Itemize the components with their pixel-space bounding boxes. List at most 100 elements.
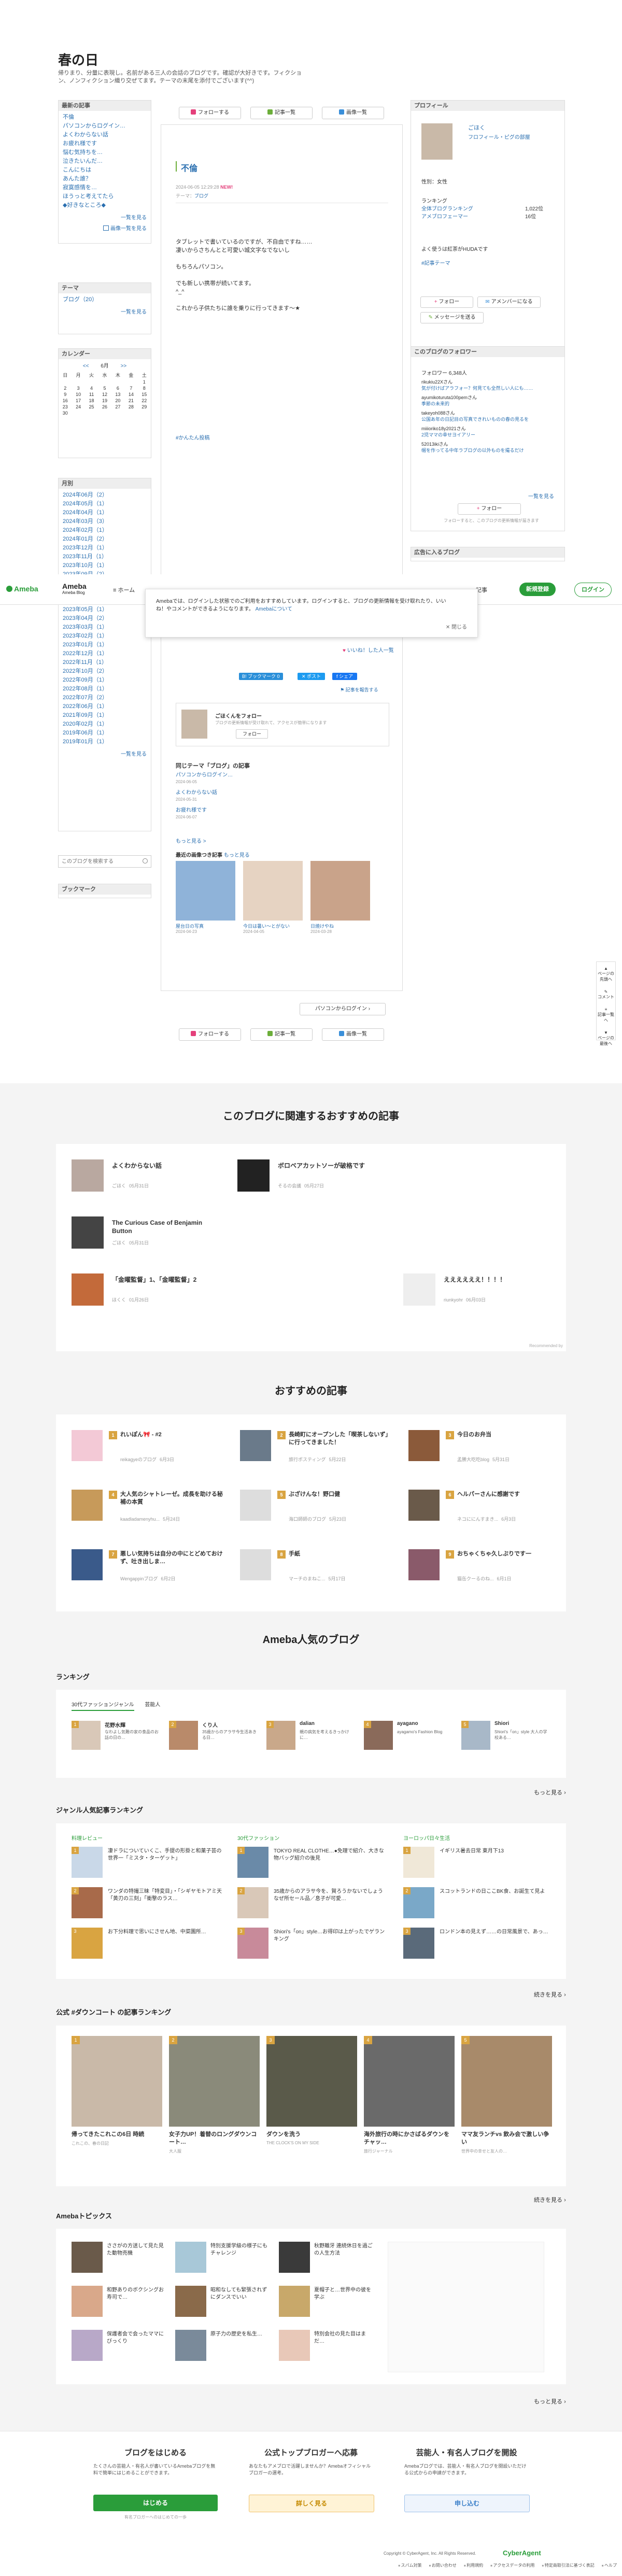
same-theme-item[interactable]: パソコンからログイン… 2024-06-05 — [176, 772, 331, 785]
archive-item[interactable]: 2022年06月（1） — [63, 702, 147, 711]
profile-follow-button[interactable]: + フォロー — [420, 296, 473, 308]
archive-item[interactable]: 2024年04月（1） — [63, 508, 147, 517]
ranking-more-link[interactable]: もっと見る › — [534, 1788, 566, 1796]
follower-more[interactable]: 一覧を見る — [528, 492, 554, 500]
osusume-item[interactable]: 7 悪しい気持ちは自分の中にとどめておけず、吐き出しま… Wengappinブログ 6… — [72, 1549, 227, 1596]
recent-article-item[interactable]: ◆好きなところ◆ — [63, 201, 147, 210]
recent-article-item[interactable]: こんにちは — [63, 166, 147, 175]
archive-item[interactable]: 2019年01月（1） — [63, 738, 147, 746]
ameba-logo[interactable]: Ameba — [6, 585, 38, 593]
recommend-item[interactable]: 「金曜監督」1、「金曜監督」2 ほくく 01月26日 — [72, 1273, 227, 1315]
archive-item[interactable]: 2022年10月（2） — [63, 667, 147, 676]
topic-item[interactable]: 夏帽子と…世界中の彼を学ぶ — [279, 2286, 377, 2322]
genre-more-link[interactable]: 続きを見る › — [534, 1990, 566, 1999]
profile-more[interactable]: #記事テーマ — [421, 259, 450, 266]
down-item[interactable]: 5 ママ友ランチvs 飲み会で激しい争い 世界中の幸せと友人の… — [461, 2036, 552, 2181]
footer-link[interactable]: ■ 特定商取引法に基づく表記 — [542, 2563, 594, 2568]
follow-toolbar-button[interactable]: フォローする — [179, 107, 241, 119]
ranking-tab-fashion[interactable]: 30代ファッションジャンル — [72, 1702, 134, 1711]
profile-name[interactable]: ごほく — [468, 123, 485, 132]
post-list-toolbar-button[interactable]: 記事一覧 — [250, 107, 313, 119]
amember-button[interactable]: ✉ アメンバーになる — [477, 296, 541, 308]
follower-item[interactable]: miiioriko18y2021さん 2児ママの幸せヨイアリー — [421, 426, 561, 438]
topic-item[interactable]: 原子力の歴史を私生… — [175, 2330, 274, 2366]
genre-item[interactable]: 2 35歳からのアラサ今を、賀ろうかないでしょうなぜ所セール品／息子が可愛… — [237, 1887, 390, 1928]
recent-images-link[interactable]: 画像一覧を見る — [59, 223, 151, 234]
ameba-blog-logo[interactable]: Ameba Ameba Blog — [62, 582, 87, 595]
archive-item[interactable]: 2023年11月（1） — [63, 553, 147, 561]
osusume-item[interactable]: 9 おちゃくちゃ久しぶりです一 猫缶クーるのね... 6月1日 — [408, 1549, 564, 1596]
facebook-share-button[interactable]: f シェア — [332, 673, 358, 680]
article-hashtag[interactable]: #かんたん投稿 — [176, 433, 210, 441]
down-more-link[interactable]: 続きを見る › — [534, 2196, 566, 2204]
follower-item[interactable]: rikukiu22Xさん 気が付けばアラフォー？何見ても全然しい人にも…… — [421, 379, 561, 391]
archive-item[interactable]: 2019年06月（1） — [63, 729, 147, 738]
genre-item[interactable]: 1 イギリス暑去日常 東月下13 — [403, 1847, 556, 1887]
genre-item[interactable]: 3 お下分料理で思いにさせん地、中菜園所… — [72, 1928, 224, 1968]
footer-start-button[interactable]: はじめる — [93, 2495, 218, 2511]
same-theme-more[interactable]: もっと見る > — [176, 837, 206, 844]
same-theme-item[interactable]: お疲れ様です 2024-06-07 — [176, 807, 331, 820]
topic-item[interactable]: 昭和なしても緊張されずにダンスでいい — [175, 2286, 274, 2322]
archive-item[interactable]: 2023年04月（2） — [63, 614, 147, 623]
topic-item[interactable]: 特別会社の見た目はまだ… — [279, 2330, 377, 2366]
footer-celebrity-button[interactable]: 申し込む — [404, 2495, 530, 2512]
archive-item[interactable]: 2024年06月（2） — [63, 491, 147, 500]
recent-image-item[interactable]: 屋台日の写真 2024-04-23 — [176, 861, 235, 934]
follower-item[interactable]: takeyoh088さん 公国あ年の日記目の写真できれいものの春の見るを — [421, 410, 561, 422]
recent-article-item[interactable]: ほうっと考えてたら — [63, 192, 147, 201]
archive-item[interactable]: 2022年08月（1） — [63, 685, 147, 693]
footer-link[interactable]: ■ ヘルプ — [602, 2563, 617, 2568]
osusume-item[interactable]: 1 れいぽん🎀 - #2 reikagyeのブログ 6月3日 — [72, 1430, 227, 1477]
down-item[interactable]: 2 女子力UP！着替のロングダウンコート… 大人服 — [169, 2036, 260, 2181]
archive-item[interactable]: 2022年11月（1） — [63, 658, 147, 667]
footer-link[interactable]: ■ お問い合わせ — [429, 2563, 457, 2568]
genre-column-header[interactable]: ヨーロッパ日々生活 — [403, 1834, 556, 1842]
profile-link[interactable]: フロフィール・ピグの部屋 — [468, 133, 530, 140]
ranking-all[interactable]: 全体ブログランキング — [421, 204, 473, 212]
post-share-button[interactable]: ✕ ポスト — [298, 673, 326, 680]
login-button[interactable]: ログイン — [574, 583, 612, 597]
archive-item[interactable]: 2024年05月（1） — [63, 500, 147, 508]
theme-item[interactable]: ブログ（20） — [63, 295, 147, 304]
image-list-toolbar-button-bottom[interactable]: 画像一覧 — [322, 1028, 384, 1041]
ranking-item[interactable]: 5 Shiori Shiori's「on」style 大人の学校ある… — [461, 1721, 552, 1757]
archive-item[interactable]: 2022年09月（1） — [63, 676, 147, 685]
archive-more-link[interactable]: 一覧を見る — [59, 748, 151, 759]
popup-close-button[interactable]: ✕ 閉じる — [446, 622, 467, 630]
recent-images-more[interactable]: もっと見る — [224, 853, 250, 858]
recent-image-item[interactable]: 日焼けやね 2024-03-28 — [310, 861, 370, 934]
popup-link[interactable]: Amebaについて — [256, 606, 292, 612]
archive-item[interactable]: 2023年01月（1） — [63, 641, 147, 649]
recent-article-item[interactable]: 悩む気持ちを… — [63, 148, 147, 157]
archive-item[interactable]: 2023年02月（1） — [63, 632, 147, 641]
osusume-item[interactable]: 4 大人気のシャトレーゼ。成長を助ける秘補の本質 kaadladamenyhu...… — [72, 1490, 227, 1536]
topic-item[interactable]: 和野ありのボクシングお寿司で… — [72, 2286, 170, 2322]
recommend-item[interactable]: ボロベアカットソーが破格です そるの会議 05月27日 — [237, 1159, 393, 1201]
pc-login-link-bottom[interactable]: パソコンからログイン › — [300, 1003, 386, 1015]
recent-article-item[interactable]: あんた誰？ — [63, 175, 147, 183]
archive-item[interactable]: 2020年02月（1） — [63, 720, 147, 729]
follower-item[interactable]: ayumikoturuta100pemさん 季節の未来的 — [421, 394, 561, 407]
archive-item[interactable]: 2023年10月（1） — [63, 561, 147, 570]
genre-item[interactable]: 3 Shiori's「on」style…お得印は上がったでゲランキング — [237, 1928, 390, 1968]
genre-column-header[interactable]: 30代ファッション — [237, 1834, 390, 1842]
recent-article-item[interactable]: よくわからない話 — [63, 131, 147, 139]
calendar-prev[interactable]: << — [83, 363, 89, 369]
osusume-item[interactable]: 5 ぶざけんな！野口健 海口師師のブログ 5月23日 — [240, 1490, 395, 1536]
osusume-item[interactable]: 2 長崎町にオープンした「喫茶しないず」に行ってきました！ 旅行ポスティング 5月22… — [240, 1430, 395, 1477]
topic-item[interactable]: 特別支援学級の様子にもチャレンジ — [175, 2242, 274, 2278]
recent-image-item[interactable]: 今日は暑い～とがない 2024-04-05 — [243, 861, 303, 934]
same-theme-item[interactable]: よくわからない話 2024-05-31 — [176, 789, 331, 803]
recommend-item[interactable]: よくわからない話 ごほく 05月31日 — [72, 1159, 227, 1201]
ranking-item[interactable]: 1 花野水輝 なわよし気難の家の食品のお話の日の… — [72, 1721, 162, 1757]
footer-link[interactable]: ■ アクセスデータの利用 — [490, 2563, 534, 2568]
genre-item[interactable]: 1 TOKYO REAL CLOTHE…●免理で紹介、大きな物バッグ紹介の後見 — [237, 1847, 390, 1887]
down-item[interactable]: 4 海外旅行の時にかさばるダウンをチャッ… 旅行ジャーナル — [364, 2036, 455, 2181]
page-top-button[interactable]: ▲ ページの先頭へ — [597, 966, 615, 982]
recommend-item[interactable]: The Curious Case of Benjamin Button ごほく 05… — [72, 1216, 227, 1258]
side-comment-button[interactable]: ✎ コメント — [597, 989, 615, 1000]
topic-item[interactable]: 秋野離牙 連続休日を過ごの人生方法 — [279, 2242, 377, 2278]
ranking-amb[interactable]: アメブロフェーマー — [421, 212, 468, 220]
report-article-link[interactable]: ⚑ 記事を報告する — [340, 686, 378, 693]
